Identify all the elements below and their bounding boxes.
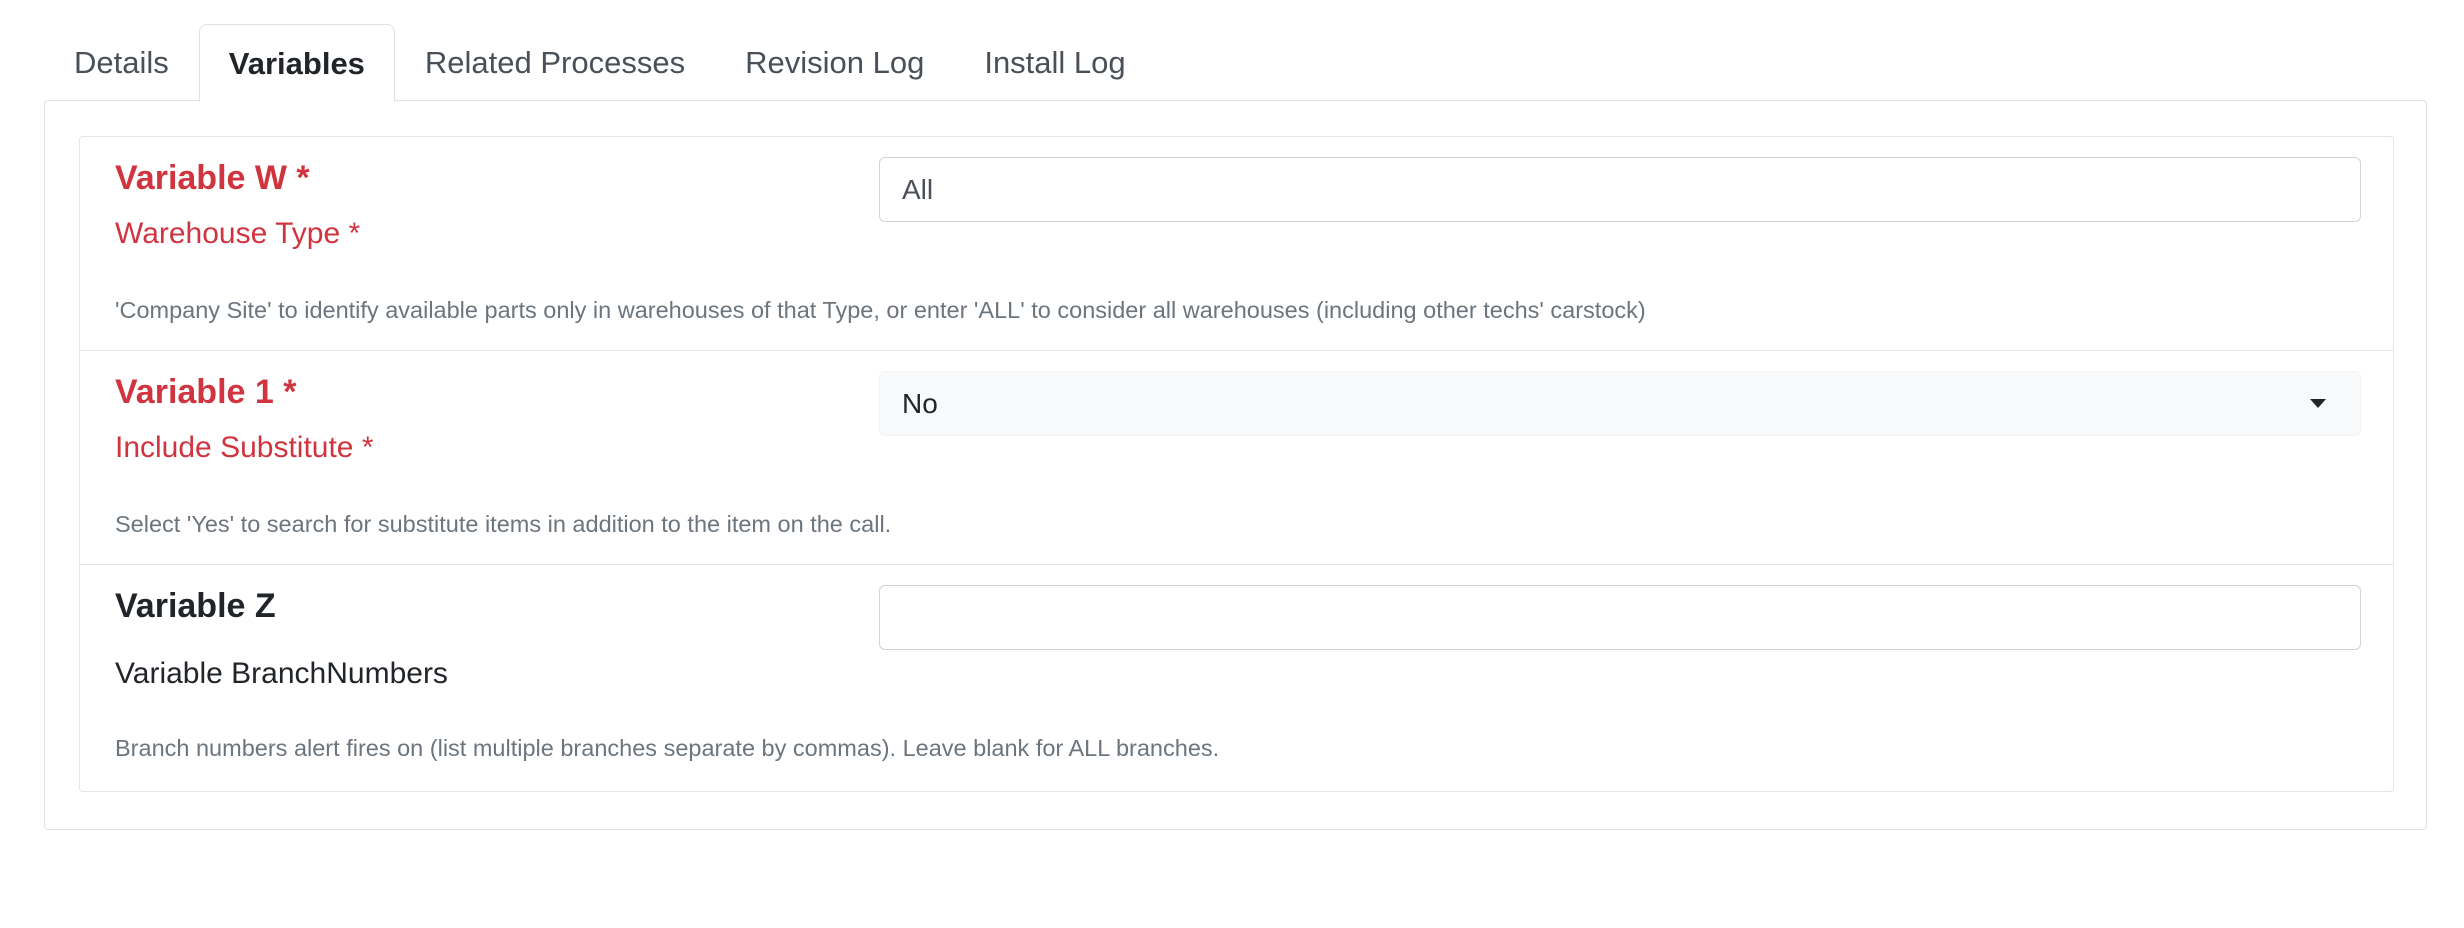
caret-down-icon <box>2310 399 2326 408</box>
variable-label: Warehouse Type * <box>115 217 361 250</box>
variable-row-include-substitute: Variable 1 * Include Substitute * Select… <box>80 351 2393 565</box>
variable-label: Include Substitute * <box>115 431 374 464</box>
tab-panel-variables: Variable W * Warehouse Type * 'Company S… <box>44 100 2427 830</box>
variable-title: Variable 1 * <box>115 373 297 411</box>
variable-row-warehouse-type: Variable W * Warehouse Type * 'Company S… <box>80 137 2393 351</box>
include-substitute-value: No <box>902 387 938 419</box>
variable-title: Variable W * <box>115 159 310 197</box>
variable-label: Variable BranchNumbers <box>115 657 448 690</box>
variable-help-text: 'Company Site' to identify available par… <box>115 297 1646 323</box>
branch-numbers-input[interactable] <box>879 585 2361 650</box>
tab-details[interactable]: Details <box>44 24 199 101</box>
tab-bar: Details Variables Related Processes Revi… <box>44 24 1156 102</box>
warehouse-type-input[interactable]: All <box>879 157 2361 222</box>
tab-revision-log[interactable]: Revision Log <box>715 24 954 101</box>
variable-row-branch-numbers: Variable Z Variable BranchNumbers Branch… <box>80 565 2393 791</box>
variable-help-text: Branch numbers alert fires on (list mult… <box>115 735 1220 761</box>
tab-related-processes[interactable]: Related Processes <box>395 24 715 101</box>
tab-install-log[interactable]: Install Log <box>954 24 1155 101</box>
warehouse-type-value: All <box>902 173 934 205</box>
variables-card: Variable W * Warehouse Type * 'Company S… <box>79 136 2394 792</box>
include-substitute-select[interactable]: No <box>879 371 2361 436</box>
variable-title: Variable Z <box>115 587 276 625</box>
tab-variables[interactable]: Variables <box>198 24 395 102</box>
variable-help-text: Select 'Yes' to search for substitute it… <box>115 511 892 537</box>
